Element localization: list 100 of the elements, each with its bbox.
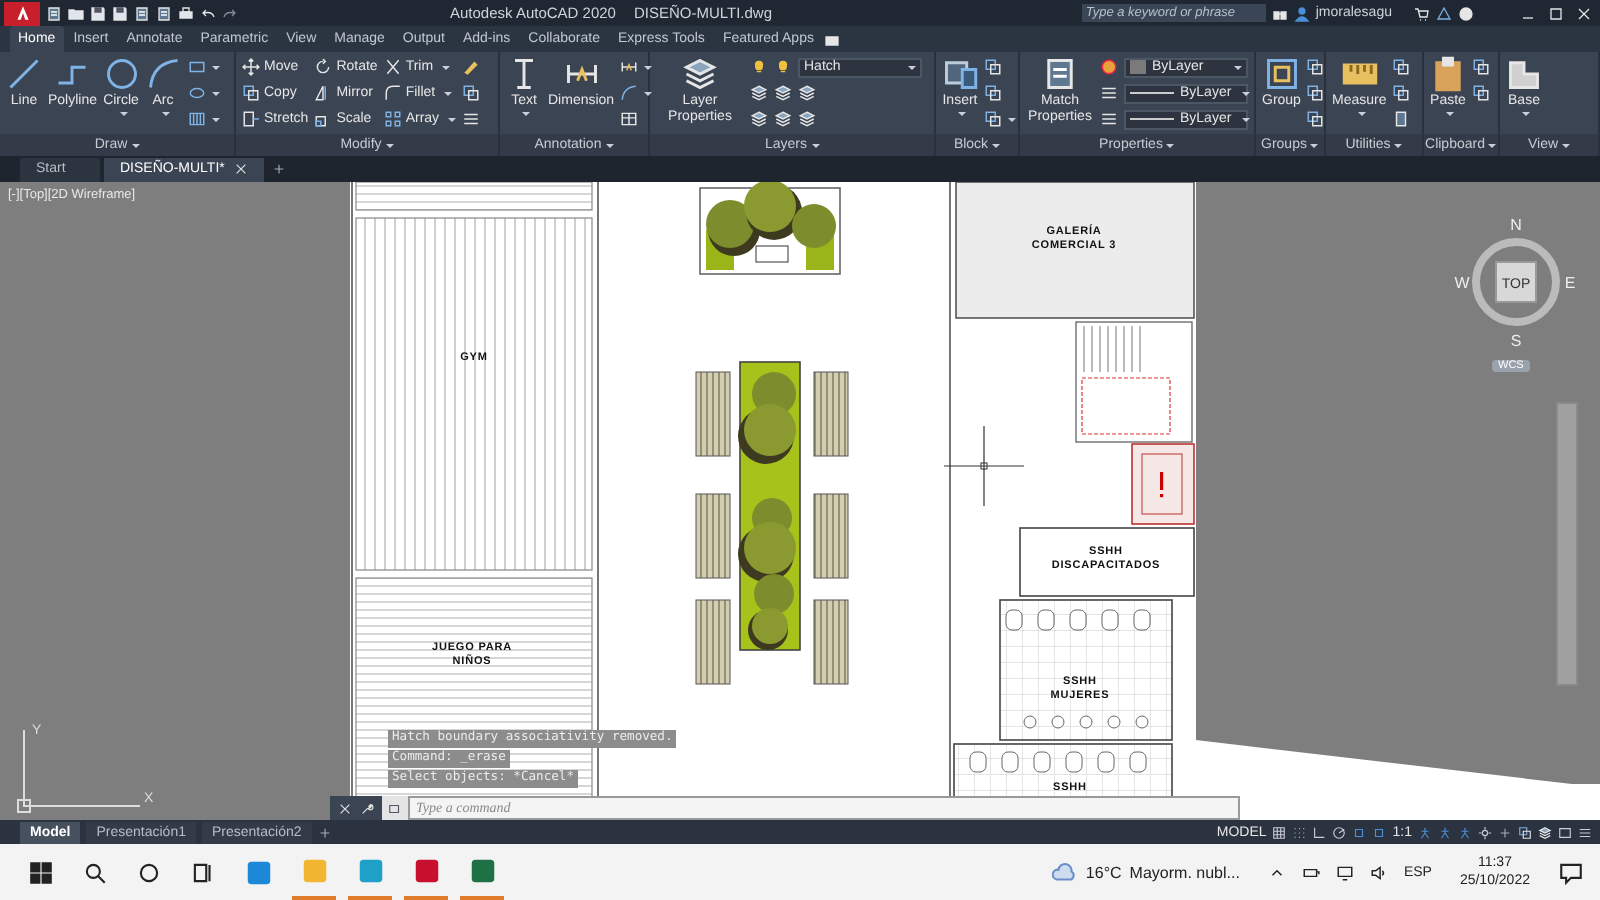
caret-icon xyxy=(1357,111,1366,115)
lines-icon xyxy=(461,110,480,128)
stretch-icon xyxy=(242,110,260,128)
layers-icon xyxy=(774,110,792,128)
dimension-icon xyxy=(620,58,639,76)
tool-button[interactable] xyxy=(750,107,768,131)
tool-button[interactable] xyxy=(750,81,768,105)
binoculars-icon[interactable] xyxy=(1271,5,1288,21)
tool-button[interactable] xyxy=(1306,81,1325,105)
battery-icon[interactable] xyxy=(1301,863,1320,881)
app-icon xyxy=(411,855,441,885)
viewcube-ring[interactable] xyxy=(1472,238,1560,326)
triangle-nodes-icon[interactable] xyxy=(1436,5,1452,21)
windows-logo-icon[interactable] xyxy=(28,859,54,885)
caret-icon xyxy=(1241,91,1250,95)
tool-button[interactable] xyxy=(1392,55,1411,79)
annotation-figure-icon[interactable] xyxy=(1438,825,1452,839)
prompt-icon[interactable] xyxy=(388,801,402,815)
folder-icon xyxy=(299,855,329,885)
undo-arrow-icon[interactable] xyxy=(200,5,216,21)
document-icon[interactable] xyxy=(46,5,62,21)
grid-icon[interactable] xyxy=(1272,825,1287,839)
menu-icon[interactable] xyxy=(1578,825,1592,839)
caret-icon xyxy=(1562,143,1571,147)
document-icon[interactable] xyxy=(134,5,150,21)
tool-button[interactable] xyxy=(1392,107,1411,131)
plus-icon[interactable] xyxy=(272,162,287,176)
settings-icon[interactable] xyxy=(1478,825,1492,839)
line-icon xyxy=(6,55,42,91)
bench-drawing xyxy=(813,599,849,685)
tool-button[interactable] xyxy=(984,107,1016,131)
elevator-drawing xyxy=(1131,443,1195,525)
close-icon[interactable] xyxy=(1576,5,1592,21)
annotation-figure-icon[interactable] xyxy=(1418,825,1432,839)
fillet-icon xyxy=(383,84,402,102)
caret-icon xyxy=(811,143,819,147)
network-icon[interactable] xyxy=(1335,863,1354,881)
tool-button[interactable] xyxy=(1306,107,1325,131)
spreadsheet-app-icon xyxy=(467,855,497,885)
task-view-icon[interactable] xyxy=(190,859,216,885)
tool-button[interactable] xyxy=(1306,55,1325,79)
document-icon xyxy=(1042,55,1078,91)
lightbulb-icon xyxy=(750,58,768,76)
tool-button[interactable] xyxy=(461,81,480,105)
weather-text[interactable]: Mayorm. nubl... xyxy=(1129,863,1240,881)
grid-icon xyxy=(383,110,402,128)
layers-icon xyxy=(798,84,816,102)
tool-button[interactable] xyxy=(1100,55,1118,79)
wrench-icon[interactable] xyxy=(360,801,374,815)
layers-icon xyxy=(750,84,768,102)
caret-icon xyxy=(522,111,530,115)
overlapping-squares-icon xyxy=(242,84,260,102)
tool-button[interactable] xyxy=(774,81,792,105)
caret-icon xyxy=(1446,111,1454,115)
fullscreen-icon[interactable] xyxy=(1558,825,1572,839)
layers-icon[interactable] xyxy=(1538,825,1552,839)
tool-button[interactable] xyxy=(774,107,792,131)
temperature[interactable]: 16°C xyxy=(1085,863,1122,881)
overlapping-squares-icon[interactable] xyxy=(1518,825,1532,839)
polar-icon[interactable] xyxy=(1332,825,1347,839)
bench-drawing xyxy=(695,493,731,579)
notifications-icon[interactable] xyxy=(1558,859,1584,885)
cloud-icon[interactable] xyxy=(1051,859,1078,885)
tool-button[interactable] xyxy=(187,107,220,131)
document-icon[interactable] xyxy=(156,5,172,21)
search-icon[interactable] xyxy=(82,859,108,885)
trim-icon xyxy=(383,58,402,76)
dot-grid-icon[interactable] xyxy=(1292,825,1307,839)
close-icon[interactable] xyxy=(338,801,352,815)
plus-icon[interactable] xyxy=(317,825,332,839)
triangle-icon xyxy=(13,4,31,22)
crosshair-cursor xyxy=(943,425,1025,507)
tool-button[interactable] xyxy=(620,81,653,105)
caret-icon xyxy=(211,91,220,95)
caret-icon xyxy=(441,65,450,69)
close-icon[interactable] xyxy=(234,162,249,176)
plus-icon[interactable] xyxy=(1498,825,1512,839)
browser-icon xyxy=(355,855,385,885)
annotation-figure-icon[interactable] xyxy=(1458,825,1472,839)
cart-icon[interactable] xyxy=(1414,5,1430,21)
user-icon[interactable] xyxy=(1293,5,1310,21)
app-icon xyxy=(243,857,273,887)
caret-icon xyxy=(1008,117,1016,121)
compass-label: N xyxy=(1510,216,1522,234)
caret-icon xyxy=(161,111,170,115)
app-menu-button[interactable] xyxy=(4,1,40,25)
ortho-icon[interactable] xyxy=(1312,825,1327,839)
layers-icon xyxy=(750,110,768,128)
speaker-icon[interactable] xyxy=(1369,863,1388,881)
printer-icon[interactable] xyxy=(178,5,194,21)
layers-icon xyxy=(798,110,816,128)
redo-arrow-icon[interactable] xyxy=(222,5,238,21)
tool-button[interactable] xyxy=(1392,81,1411,105)
folder-icon[interactable] xyxy=(68,5,84,21)
color-wheel-icon xyxy=(1100,58,1118,76)
cortana-ring-icon[interactable] xyxy=(136,859,162,885)
tool-button[interactable] xyxy=(1472,55,1490,79)
tool-button[interactable] xyxy=(1472,81,1490,105)
maximize-icon[interactable] xyxy=(1548,5,1564,21)
base-view-icon xyxy=(1506,55,1542,91)
